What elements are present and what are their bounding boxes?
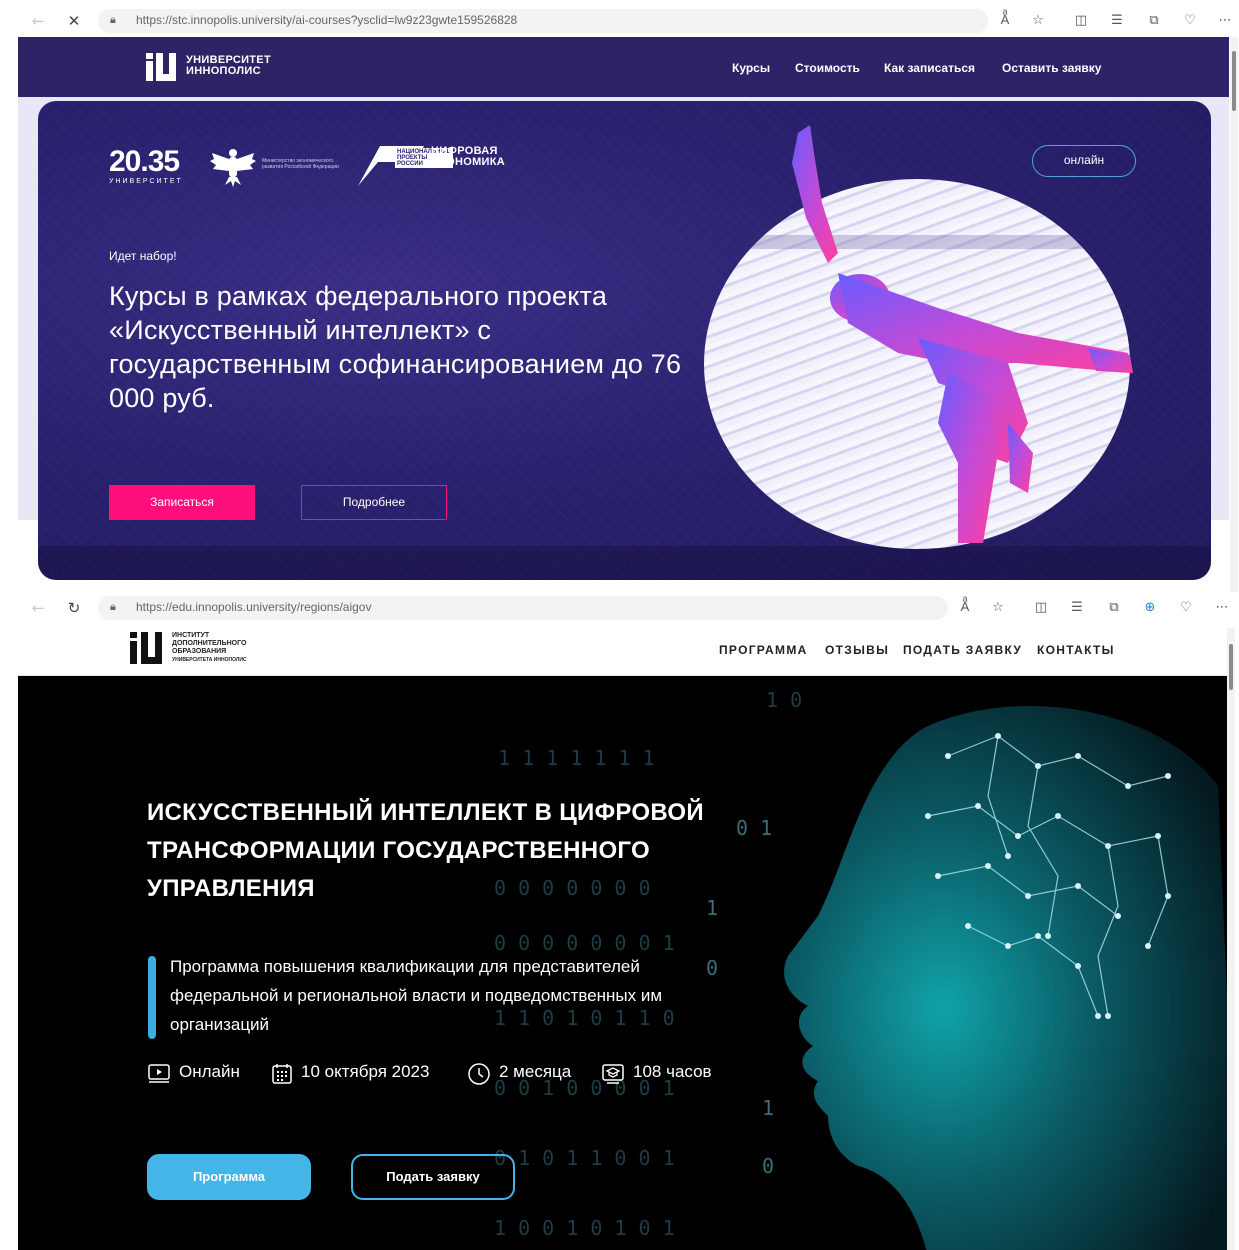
digital-economy-logo-text: ЦИФРОВАЯ ЭКОНОМИКА xyxy=(431,145,506,168)
logo-line-2: ИННОПОЛИС xyxy=(186,65,261,77)
nav-contacts[interactable]: КОНТАКТЫ xyxy=(1037,643,1115,657)
enroll-button[interactable]: Записаться xyxy=(109,485,255,520)
reload-icon[interactable]: ↻ xyxy=(64,598,84,618)
browser-essentials-icon[interactable]: ♡ xyxy=(1181,12,1199,30)
page2-scrollbar[interactable] xyxy=(1227,628,1235,1250)
apply-button[interactable]: Подать заявку xyxy=(351,1154,515,1200)
address-url[interactable]: https://stc.innopolis.university/ai-cour… xyxy=(136,13,517,27)
stop-loading-close-icon[interactable]: ✕ xyxy=(64,11,84,31)
nav-apply[interactable]: ПОДАТЬ ЗАЯВКУ xyxy=(903,643,1022,657)
back-arrow-icon[interactable]: ← xyxy=(28,11,48,31)
hours: 108 часов xyxy=(633,1062,712,1081)
address-bar-2[interactable]: 🔒︎ https://edu.innopolis.university/regi… xyxy=(98,596,948,620)
enrollment-status: Идет набор! xyxy=(109,249,177,263)
university-2035-logo: 20.35 УНИВЕРСИТЕТ xyxy=(109,147,183,187)
browser-essentials-icon-2[interactable]: ♡ xyxy=(1177,599,1195,617)
nav-program[interactable]: ПРОГРАММА xyxy=(719,643,808,657)
hero-section-2: 1 0 1 1 1 1 1 1 1 0 1 0 0 0 0 0 0 0 1 0 … xyxy=(18,676,1227,1250)
site-header: УНИВЕРСИТЕТ ИННОПОЛИС Курсы Стоимость Ка… xyxy=(18,37,1229,97)
program-button[interactable]: Программа xyxy=(147,1154,311,1200)
back-arrow-icon-2[interactable]: ← xyxy=(28,598,48,618)
more-details-button[interactable]: Подробнее xyxy=(301,485,447,520)
nav-leave-request[interactable]: Оставить заявку xyxy=(1002,61,1101,75)
split-screen-icon-2[interactable]: ◫ xyxy=(1032,599,1050,617)
innopolis-logo-mark[interactable] xyxy=(146,53,176,81)
nav-price[interactable]: Стоимость xyxy=(795,61,860,75)
start-date: 10 октября 2023 xyxy=(301,1062,430,1081)
hero-title: Курсы в рамках федерального проекта «Иск… xyxy=(109,281,682,413)
site-header-2: ИНСТИТУТ ДОПОЛНИТЕЛЬНОГО ОБРАЗОВАНИЯ УНИ… xyxy=(18,621,1227,676)
voxel-athlete-figure-image xyxy=(792,125,1133,543)
institute-logo-text[interactable]: ИНСТИТУТ ДОПОЛНИТЕЛЬНОГО ОБРАЗОВАНИЯ УНИ… xyxy=(172,632,247,664)
nav-how-to-enroll[interactable]: Как записаться xyxy=(884,61,975,75)
download-icon[interactable]: ⊕ xyxy=(1141,599,1159,617)
clock-icon xyxy=(468,1063,490,1085)
logo-2035-number: 20.35 xyxy=(109,145,180,178)
collections-icon[interactable]: ⧉ xyxy=(1145,12,1163,30)
institute-logo-line-1: ИНСТИТУТ xyxy=(172,632,210,639)
video-play-icon xyxy=(148,1064,170,1083)
favorite-star-icon-2[interactable]: ☆ xyxy=(989,599,1007,617)
split-screen-icon[interactable]: ◫ xyxy=(1072,12,1090,30)
lock-icon-2: 🔒︎ xyxy=(110,600,116,613)
page1-scrollbar[interactable] xyxy=(1230,37,1238,597)
browser-toolbar-bottom: ← ↻ 🔒︎ https://edu.innopolis.university/… xyxy=(0,592,1239,624)
favorite-star-icon[interactable]: ☆ xyxy=(1029,12,1047,30)
calendar-icon xyxy=(272,1064,292,1084)
nav-reviews[interactable]: ОТЗЫВЫ xyxy=(825,643,889,657)
favorites-list-icon-2[interactable]: ☰ xyxy=(1068,599,1086,617)
address-bar[interactable]: 🔒︎ https://stc.innopolis.university/ai-c… xyxy=(98,9,988,33)
graduation-cap-screen-icon xyxy=(602,1064,624,1084)
read-aloud-icon-2[interactable]: A͏ͣ xyxy=(956,599,974,617)
logo-2035-subtitle: УНИВЕРСИТЕТ xyxy=(109,178,183,185)
read-aloud-icon[interactable]: A͏ͣ xyxy=(996,12,1014,30)
innopolis-logo-text[interactable]: УНИВЕРСИТЕТ ИННОПОЛИС xyxy=(186,55,271,77)
more-menu-icon[interactable]: ⋯ xyxy=(1216,12,1234,30)
institute-logo-line-4: УНИВЕРСИТЕТА ИННОПОЛИС xyxy=(172,657,247,663)
hero-banner: 20.35 УНИВЕРСИТЕТ Министерство экономиче… xyxy=(38,101,1211,580)
duration: 2 месяца xyxy=(499,1062,572,1081)
collections-icon-2[interactable]: ⧉ xyxy=(1105,599,1123,617)
institute-logo-mark[interactable] xyxy=(130,632,162,664)
hero-title-2: ИСКУССТВЕННЫЙ ИНТЕЛЛЕКТ В ЦИФРОВОЙ ТРАНС… xyxy=(147,799,704,902)
lock-icon: 🔒︎ xyxy=(110,13,116,26)
browser-toolbar-top: ← ✕ 🔒︎ https://stc.innopolis.university/… xyxy=(0,5,1239,37)
ai-head-silhouette-image xyxy=(784,706,1227,1250)
format-online: Онлайн xyxy=(179,1062,240,1081)
institute-logo-line-2: ДОПОЛНИТЕЛЬНОГО xyxy=(172,640,247,647)
favorites-list-icon[interactable]: ☰ xyxy=(1108,12,1126,30)
description-accent-bar xyxy=(148,956,156,1039)
address-url-2[interactable]: https://edu.innopolis.university/regions… xyxy=(136,600,371,614)
program-description: Программа повышения квалификации для пре… xyxy=(170,957,663,1034)
nav-courses[interactable]: Курсы xyxy=(732,61,770,75)
ministry-caption: Министерство экономического развития Рос… xyxy=(262,158,339,170)
more-menu-icon-2[interactable]: ⋯ xyxy=(1213,599,1231,617)
institute-logo-line-3: ОБРАЗОВАНИЯ xyxy=(172,648,227,655)
coat-of-arms-eagle-icon xyxy=(210,149,256,187)
